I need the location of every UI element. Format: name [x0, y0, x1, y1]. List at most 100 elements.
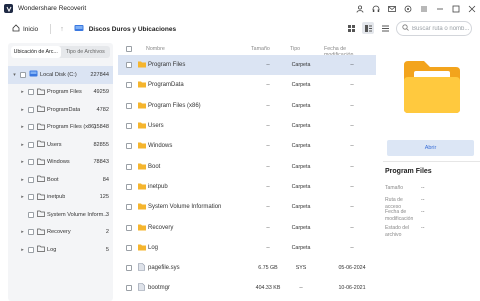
list-view-icon[interactable]: [379, 22, 391, 34]
tab-file-type[interactable]: Tipo de Archivos: [61, 46, 111, 58]
row-checkbox[interactable]: [126, 285, 132, 292]
folder-icon: [138, 182, 146, 191]
app-logo-icon: [4, 4, 13, 13]
file-size: --: [266, 244, 270, 251]
tree-item-programdata[interactable]: ▸ ProgramData 4782: [8, 101, 113, 119]
user-icon[interactable]: [356, 4, 364, 13]
tree-checkbox[interactable]: [28, 106, 34, 113]
headset-icon[interactable]: [372, 5, 380, 13]
file-size: --: [266, 82, 270, 89]
tree-item-inetpub[interactable]: ▸ inetpub 125: [8, 189, 113, 207]
row-checkbox[interactable]: [126, 102, 132, 109]
menu-icon[interactable]: [420, 5, 428, 13]
folder-icon: [138, 243, 146, 252]
folder-icon: [37, 158, 45, 167]
file-row[interactable]: Users -- Carpeta --: [118, 116, 376, 136]
close-icon[interactable]: [468, 5, 476, 13]
minimize-icon[interactable]: [436, 5, 444, 13]
chevron-right-icon[interactable]: ▸: [20, 247, 25, 253]
maximize-icon[interactable]: [452, 5, 460, 13]
tree-checkbox[interactable]: [28, 211, 34, 218]
tree-item-label: Windows: [47, 159, 70, 166]
file-row[interactable]: System Volume Information -- Carpeta --: [118, 197, 376, 217]
row-checkbox[interactable]: [126, 183, 132, 190]
column-header-name[interactable]: Nombre: [146, 46, 165, 52]
title-bar: Wondershare Recoverit: [0, 0, 480, 17]
tree-item-count: 227844: [90, 71, 109, 78]
file-row[interactable]: bootmgr 404.33 KB -- 10-06-2021: [118, 278, 376, 298]
file-row[interactable]: ProgramData -- Carpeta --: [118, 75, 376, 95]
tree-item-program-files-x86[interactable]: ▸ Program Files (x86) 15848: [8, 119, 113, 137]
chevron-right-icon[interactable]: ▸: [20, 177, 25, 183]
chevron-right-icon[interactable]: ▸: [20, 124, 25, 130]
chevron-right-icon[interactable]: ▸: [20, 142, 25, 148]
settings-icon[interactable]: [404, 5, 412, 13]
folder-icon: [37, 245, 45, 254]
row-checkbox[interactable]: [126, 62, 132, 69]
detail-view-icon[interactable]: [362, 22, 374, 34]
tree-item-label: Users: [47, 141, 62, 148]
file-name: System Volume Information: [148, 204, 222, 211]
tree-checkbox[interactable]: [28, 159, 34, 166]
tree-item-windows[interactable]: ▸ Windows 78843: [8, 154, 113, 172]
chevron-right-icon[interactable]: ▸: [20, 194, 25, 200]
open-button[interactable]: Abrir: [387, 140, 474, 156]
chevron-right-icon[interactable]: ▸: [20, 159, 25, 165]
home-button[interactable]: Inicio: [12, 24, 38, 34]
tab-file-location[interactable]: Ubicación de Arc...: [11, 46, 61, 58]
file-row[interactable]: inetpub -- Carpeta --: [118, 177, 376, 197]
tree-item-boot[interactable]: ▸ Boot 84: [8, 171, 113, 189]
tree-item-log[interactable]: ▸ Log 5: [8, 241, 113, 259]
tree-item-recovery[interactable]: ▸ Recovery 2: [8, 224, 113, 242]
chevron-right-icon[interactable]: ▸: [20, 107, 25, 113]
chevron-right-icon[interactable]: ▸: [20, 89, 25, 95]
tree-checkbox[interactable]: [28, 176, 34, 183]
mail-icon[interactable]: [388, 5, 396, 13]
folder-icon: [37, 210, 45, 219]
file-row[interactable]: Recovery -- Carpeta --: [118, 217, 376, 237]
search-input[interactable]: [412, 25, 474, 32]
tree-item-program-files[interactable]: ▸ Program Files 49259: [8, 84, 113, 102]
select-all-checkbox[interactable]: [126, 46, 132, 52]
tree-checkbox[interactable]: [28, 124, 34, 131]
column-header-type[interactable]: Tipo: [290, 46, 300, 52]
grid-view-icon[interactable]: [345, 22, 357, 34]
file-type: Carpeta: [291, 224, 311, 231]
tree-checkbox[interactable]: [28, 229, 34, 236]
row-checkbox[interactable]: [126, 82, 132, 89]
row-checkbox[interactable]: [126, 163, 132, 170]
file-row[interactable]: Program Files -- Carpeta --: [118, 55, 376, 76]
row-checkbox[interactable]: [126, 123, 132, 130]
row-checkbox[interactable]: [126, 265, 132, 272]
tree-item-users[interactable]: ▸ Users 82855: [8, 136, 113, 154]
tree-checkbox[interactable]: [28, 246, 34, 253]
file-row[interactable]: pagefile.sys 6.75 GB SYS 05-06-2024: [118, 258, 376, 278]
chevron-down-icon[interactable]: ▾: [12, 72, 17, 78]
file-row[interactable]: Program Files (x86) -- Carpeta --: [118, 96, 376, 116]
tree-item-count: 3: [105, 211, 109, 218]
file-row[interactable]: Log -- Carpeta --: [118, 238, 376, 258]
tree-item-system-volume-information[interactable]: System Volume Inform... 3: [8, 206, 113, 224]
row-checkbox[interactable]: [126, 204, 132, 211]
row-checkbox[interactable]: [126, 244, 132, 251]
file-row[interactable]: Windows -- Carpeta --: [118, 136, 376, 156]
tree-checkbox[interactable]: [20, 71, 26, 78]
tree-item-label: Program Files (x86): [47, 124, 97, 131]
row-checkbox[interactable]: [126, 143, 132, 150]
file-name: Log: [148, 244, 159, 251]
tree-checkbox[interactable]: [28, 141, 34, 148]
tree-checkbox[interactable]: [28, 194, 34, 201]
tree-checkbox[interactable]: [28, 89, 34, 96]
search-box[interactable]: [396, 21, 474, 36]
toolbar-divider: [50, 24, 52, 34]
file-row[interactable]: Boot -- Carpeta --: [118, 156, 376, 176]
row-checkbox[interactable]: [126, 224, 132, 231]
up-arrow-icon[interactable]: ↑: [60, 26, 64, 33]
file-modified: 05-06-2024: [338, 265, 366, 272]
prop-label-size: Tamaño: [385, 185, 404, 191]
chevron-right-icon[interactable]: ▸: [20, 229, 25, 235]
breadcrumb-label: Discos Duros y Ubicaciones: [88, 25, 177, 33]
tree-item-local-disk[interactable]: ▾ Local Disk (C:) 227844: [8, 66, 113, 84]
column-header-size[interactable]: Tamaño: [251, 46, 270, 52]
prop-value-modified: --: [421, 209, 425, 215]
